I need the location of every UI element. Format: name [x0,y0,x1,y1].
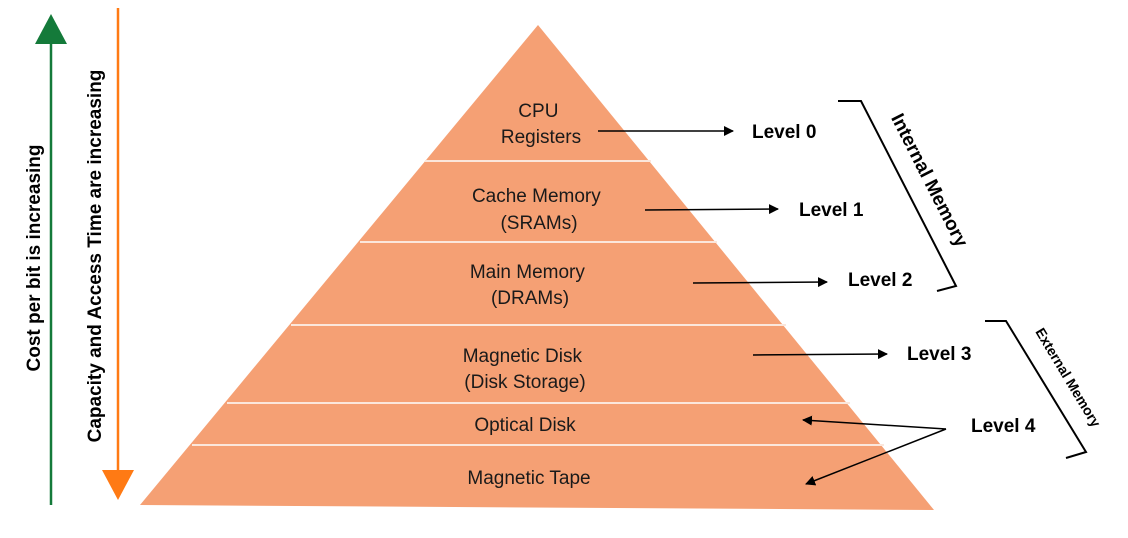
external-memory-bracket: External Memory [985,320,1104,459]
level-3-arrow [752,349,888,360]
level-label-1: Level 1 [799,200,864,221]
memory-hierarchy-diagram: Cost per bit is increasing Capacity and … [24,8,1104,510]
level-label-4: Level 4 [971,416,1036,437]
level-label-2: Level 2 [848,270,912,291]
capacity-arrow [102,8,134,500]
level-label-3: Level 3 [907,344,971,365]
tier-label-optical-disk: Optical Disk [474,415,576,436]
tier-label-magnetic-tape: Magnetic Tape [467,468,590,489]
internal-memory-bracket: Internal Memory [838,100,972,292]
internal-memory-label: Internal Memory [886,110,972,251]
external-memory-label: External Memory [1032,325,1104,430]
level-1-arrow [644,204,779,215]
level-2-arrow [692,277,828,288]
arrow-down-icon [102,470,134,500]
arrow-up-icon [35,14,67,44]
level-label-0: Level 0 [752,122,816,143]
cost-axis-label: Cost per bit is increasing [24,145,45,372]
capacity-axis-label: Capacity and Access Time are increasing [85,70,106,443]
